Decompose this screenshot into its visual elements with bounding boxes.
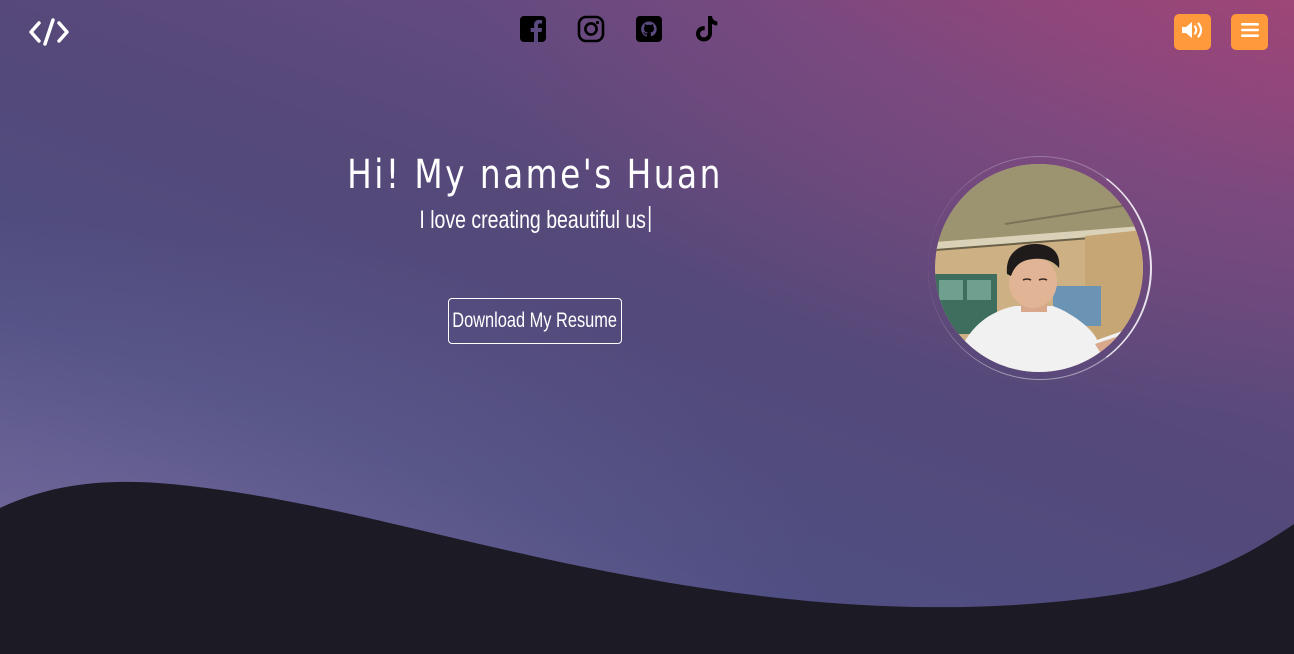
- code-brackets-icon[interactable]: [28, 16, 70, 48]
- download-resume-label: Download My Resume: [452, 309, 618, 332]
- profile-photo: [935, 164, 1143, 372]
- github-icon[interactable]: [634, 14, 664, 44]
- social-links: [518, 14, 722, 44]
- hero-subtitle: I love creating beautiful us: [344, 206, 726, 235]
- typing-text: I love creating beautiful us: [419, 206, 646, 234]
- bottom-wave: [0, 481, 1294, 654]
- hamburger-menu-icon: [1240, 22, 1259, 43]
- tiktok-icon[interactable]: [692, 14, 722, 44]
- sound-toggle-button[interactable]: [1174, 14, 1211, 50]
- download-resume-button[interactable]: Download My Resume: [448, 298, 622, 344]
- avatar: [935, 164, 1143, 372]
- menu-button[interactable]: [1231, 14, 1268, 50]
- facebook-icon[interactable]: [518, 14, 548, 44]
- instagram-icon[interactable]: [576, 14, 606, 44]
- hero-title: Hi! My name's Huan: [347, 152, 723, 198]
- speaker-volume-icon: [1180, 19, 1206, 46]
- typing-cursor: [649, 206, 651, 232]
